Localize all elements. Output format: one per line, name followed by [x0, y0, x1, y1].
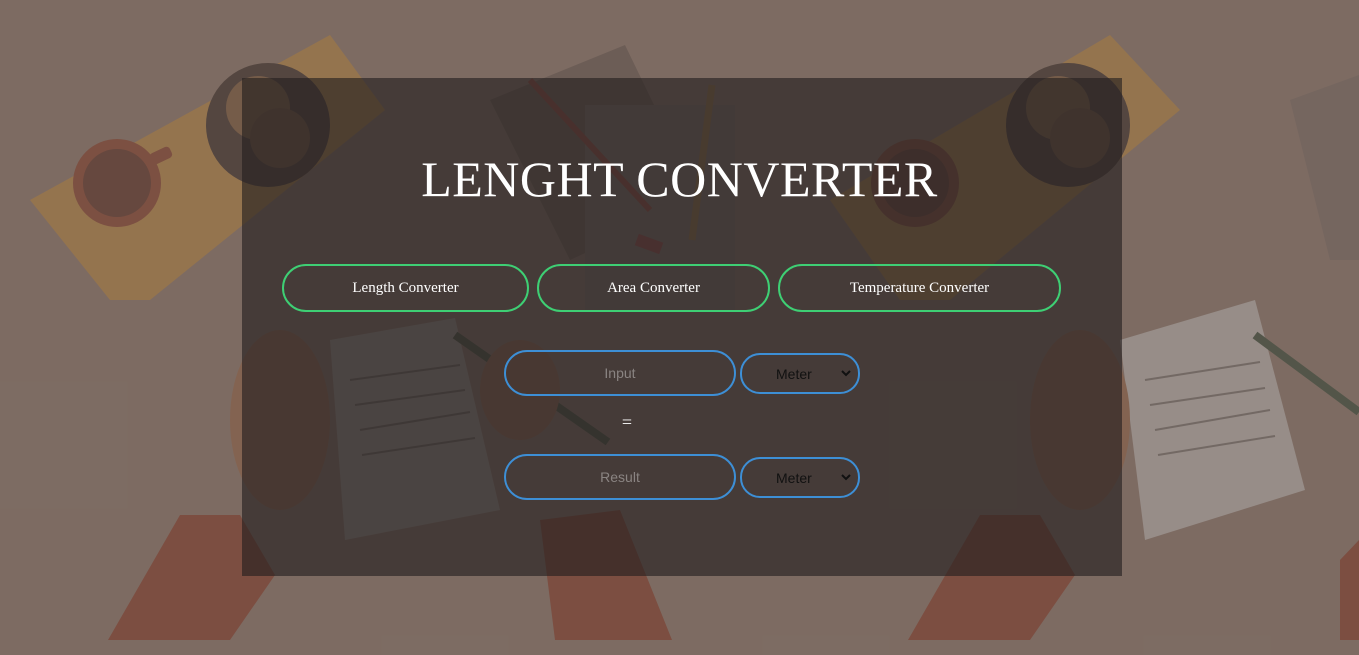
- page-title: LENGHT CONVERTER: [421, 151, 938, 207]
- to-unit-selected-label: Meter: [776, 469, 812, 486]
- input-field[interactable]: [504, 350, 736, 396]
- tab-length-converter[interactable]: Length Converter: [282, 264, 529, 312]
- tab-temperature-converter[interactable]: Temperature Converter: [778, 264, 1061, 312]
- from-unit-select[interactable]: Meter: [740, 353, 860, 394]
- equals-sign: =: [621, 412, 633, 432]
- tab-area-converter[interactable]: Area Converter: [537, 264, 770, 312]
- result-field[interactable]: [504, 454, 736, 500]
- chevron-down-icon: [841, 370, 851, 377]
- chevron-down-icon: [841, 474, 851, 481]
- from-unit-selected-label: Meter: [776, 365, 812, 382]
- to-unit-select[interactable]: Meter: [740, 457, 860, 498]
